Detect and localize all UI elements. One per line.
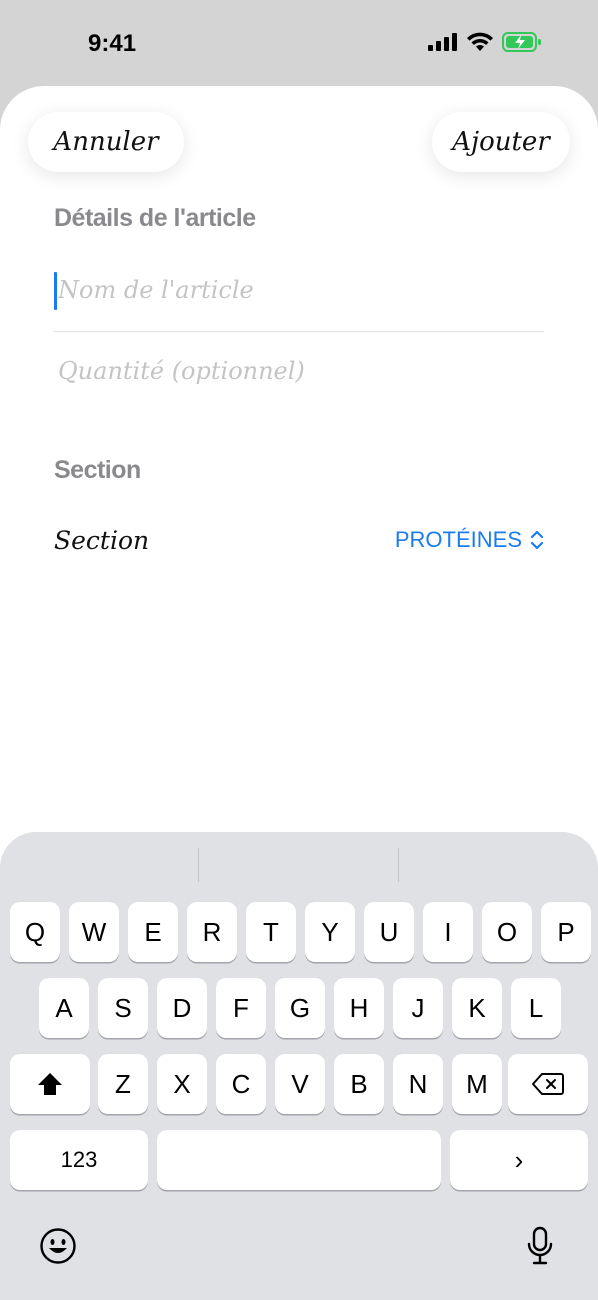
- signal-icon: [428, 33, 457, 51]
- key-l[interactable]: L: [511, 978, 561, 1038]
- key-k[interactable]: K: [452, 978, 502, 1038]
- key-u[interactable]: U: [364, 902, 414, 962]
- quantity-input[interactable]: [54, 332, 544, 410]
- key-g[interactable]: G: [275, 978, 325, 1038]
- add-button[interactable]: Ajouter: [432, 112, 570, 172]
- status-bar: 9:41: [0, 0, 598, 88]
- key-n[interactable]: N: [393, 1054, 443, 1114]
- wifi-icon: [467, 32, 493, 51]
- section-section-header: Section: [54, 456, 141, 484]
- key-x[interactable]: X: [157, 1054, 207, 1114]
- up-down-chevron-icon: [530, 530, 544, 550]
- key-c[interactable]: C: [216, 1054, 266, 1114]
- item-name-input[interactable]: [54, 251, 544, 329]
- section-label: Section: [54, 525, 150, 555]
- cancel-button[interactable]: Annuler: [28, 112, 184, 172]
- numbers-key[interactable]: 123: [10, 1130, 148, 1190]
- key-s[interactable]: S: [98, 978, 148, 1038]
- key-j[interactable]: J: [393, 978, 443, 1038]
- item-name-field[interactable]: [54, 251, 544, 329]
- delete-icon: [532, 1073, 564, 1095]
- suggestion-divider: [198, 848, 199, 882]
- status-time: 9:41: [88, 30, 137, 57]
- shift-key[interactable]: [10, 1054, 90, 1114]
- dictation-button[interactable]: [518, 1222, 562, 1270]
- section-picker[interactable]: PROTÉINES: [395, 527, 544, 553]
- key-h[interactable]: H: [334, 978, 384, 1038]
- key-r[interactable]: R: [187, 902, 237, 962]
- key-i[interactable]: I: [423, 902, 473, 962]
- key-m[interactable]: M: [452, 1054, 502, 1114]
- status-icons: [428, 32, 542, 52]
- quantity-field[interactable]: [54, 332, 544, 410]
- details-section-header: Détails de l'article: [54, 204, 256, 232]
- key-w[interactable]: W: [69, 902, 119, 962]
- keyboard: 123 › QWERTYUIOP ASDFGHJKL ZXCVBNM: [0, 832, 598, 1300]
- suggestion-divider: [398, 848, 399, 882]
- key-q[interactable]: Q: [10, 902, 60, 962]
- key-a[interactable]: A: [39, 978, 89, 1038]
- key-o[interactable]: O: [482, 902, 532, 962]
- next-key[interactable]: ›: [450, 1130, 588, 1190]
- shift-icon: [38, 1073, 62, 1095]
- emoji-button[interactable]: [36, 1224, 80, 1268]
- key-p[interactable]: P: [541, 902, 591, 962]
- key-y[interactable]: Y: [305, 902, 355, 962]
- battery-charging-icon: [502, 32, 541, 52]
- key-t[interactable]: T: [246, 902, 296, 962]
- key-z[interactable]: Z: [98, 1054, 148, 1114]
- delete-key[interactable]: [508, 1054, 588, 1114]
- microphone-icon: [527, 1226, 553, 1265]
- space-key[interactable]: [157, 1130, 441, 1190]
- key-e[interactable]: E: [128, 902, 178, 962]
- section-picker-value: PROTÉINES: [394, 527, 522, 552]
- key-v[interactable]: V: [275, 1054, 325, 1114]
- key-b[interactable]: B: [334, 1054, 384, 1114]
- key-f[interactable]: F: [216, 978, 266, 1038]
- emoji-icon: [40, 1228, 76, 1264]
- section-row[interactable]: Section PROTÉINES: [54, 510, 544, 570]
- key-d[interactable]: D: [157, 978, 207, 1038]
